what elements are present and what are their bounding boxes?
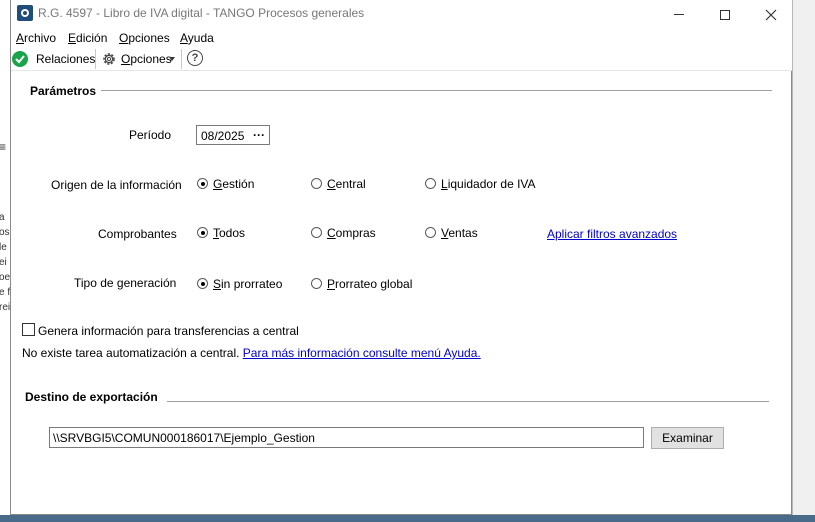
- radio-unselected-icon: [425, 178, 436, 189]
- background-window: a os le ei oe e f rei ≡: [0, 0, 10, 522]
- examinar-button[interactable]: Examinar: [651, 427, 724, 449]
- menu-bar: Archivo Edición Opciones Ayuda: [11, 29, 792, 47]
- transferencias-checkbox[interactable]: [22, 323, 35, 336]
- menu-edicion[interactable]: Edición: [68, 31, 107, 45]
- relaciones-button[interactable]: Relaciones: [36, 52, 95, 66]
- close-icon: [765, 9, 777, 20]
- help-icon[interactable]: ?: [187, 50, 203, 66]
- toolbar-separator: [95, 49, 96, 69]
- radio-unselected-icon: [311, 278, 322, 289]
- destino-path-input[interactable]: [49, 427, 644, 448]
- check-icon[interactable]: [12, 51, 28, 67]
- tipo-generacion-label: Tipo de generación: [74, 276, 177, 290]
- radio-unselected-icon: [425, 227, 436, 238]
- section-divider: [101, 90, 772, 91]
- background-text-fragment: ei: [0, 257, 7, 268]
- background-text-fragment: e f: [0, 287, 10, 298]
- menu-ayuda[interactable]: Ayuda: [180, 31, 214, 45]
- minimize-icon: [674, 14, 684, 15]
- tango-app-icon: [17, 5, 33, 21]
- taskbar: [0, 515, 815, 522]
- maximize-button[interactable]: [702, 0, 748, 29]
- background-text-fragment: rei: [0, 302, 10, 313]
- chevron-down-icon[interactable]: [169, 57, 175, 61]
- ayuda-info-link[interactable]: Para más información consulte menú Ayuda…: [243, 346, 481, 360]
- origen-label: Origen de la información: [51, 178, 182, 192]
- radio-selected-icon: [197, 278, 208, 289]
- radio-selected-icon: [197, 178, 208, 189]
- background-text-fragment: a: [0, 212, 5, 223]
- parametros-section-title: Parámetros: [30, 84, 97, 98]
- background-text-fragment: os: [0, 227, 10, 238]
- close-button[interactable]: [748, 0, 794, 29]
- gear-icon[interactable]: [101, 51, 117, 67]
- toolbar: Relaciones Opciones ?: [11, 47, 792, 71]
- menu-archivo[interactable]: Archivo: [16, 31, 56, 45]
- minimize-button[interactable]: [656, 0, 702, 29]
- destino-section-title: Destino de exportación: [25, 390, 158, 404]
- toolbar-separator: [181, 49, 182, 69]
- background-text-fragment: oe: [0, 272, 10, 283]
- background-window-edge: [792, 0, 815, 522]
- transferencias-checkbox-label[interactable]: Genera información para transferencias a…: [38, 324, 299, 338]
- periodo-label: Período: [129, 128, 172, 142]
- menu-opciones[interactable]: Opciones: [119, 31, 170, 45]
- background-text-fragment: le: [0, 242, 7, 253]
- aplicar-filtros-link[interactable]: Aplicar filtros avanzados: [547, 227, 677, 241]
- comprobantes-label: Comprobantes: [98, 227, 177, 241]
- ellipsis-icon[interactable]: ···: [249, 127, 269, 143]
- info-text: No existe tarea automatización a central…: [22, 346, 481, 360]
- periodo-value: 08/2025: [201, 129, 245, 143]
- window-title: R.G. 4597 - Libro de IVA digital - TANGO…: [38, 6, 365, 20]
- radio-unselected-icon: [311, 227, 322, 238]
- radio-selected-icon: [197, 227, 208, 238]
- radio-unselected-icon: [311, 178, 322, 189]
- title-bar[interactable]: R.G. 4597 - Libro de IVA digital - TANGO…: [11, 0, 792, 29]
- periodo-field[interactable]: 08/2025 ···: [196, 125, 270, 145]
- background-menu-glyph: ≡: [0, 140, 7, 154]
- maximize-icon: [720, 9, 730, 20]
- main-window: R.G. 4597 - Libro de IVA digital - TANGO…: [10, 0, 792, 515]
- opciones-button[interactable]: Opciones: [121, 52, 172, 66]
- section-divider: [167, 401, 769, 402]
- info-message: No existe tarea automatización a central…: [22, 346, 240, 360]
